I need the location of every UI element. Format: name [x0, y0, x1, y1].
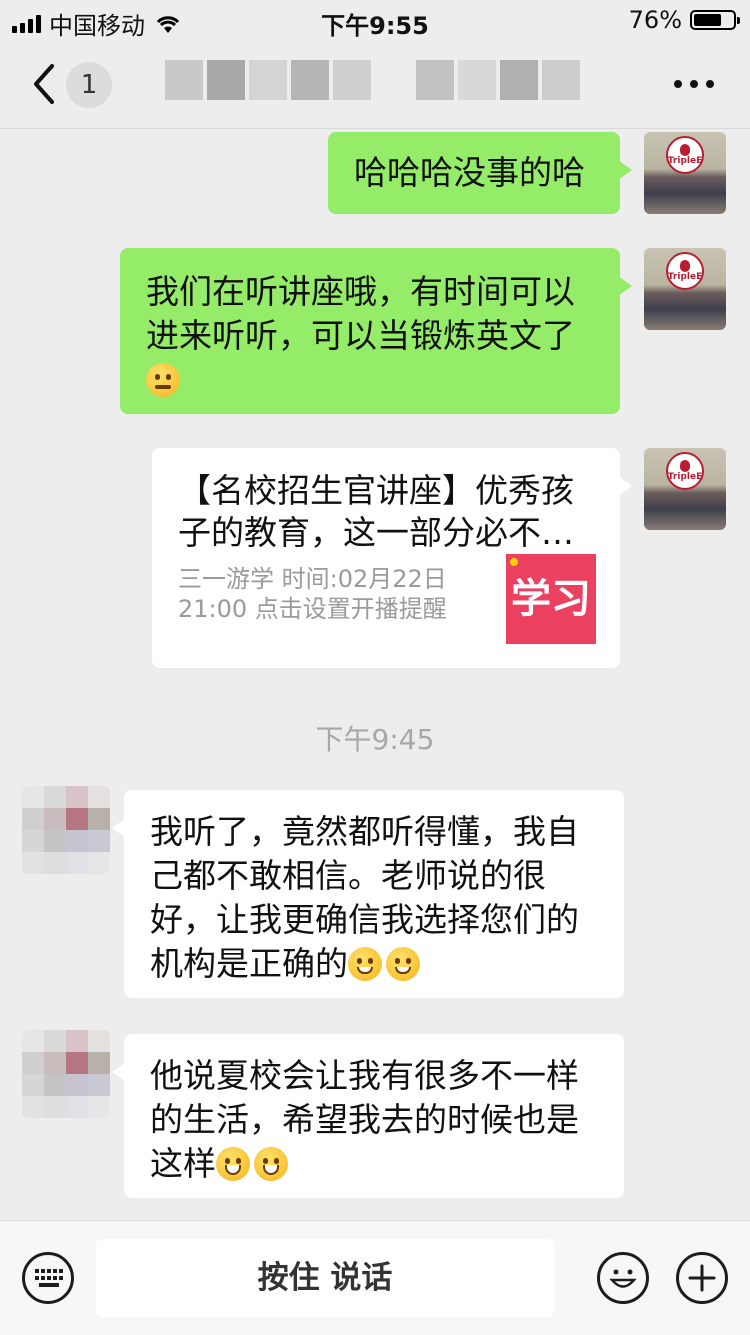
hold-to-talk-button[interactable]: 按住 说话 [96, 1239, 554, 1317]
keyboard-icon[interactable] [22, 1252, 74, 1304]
plus-icon[interactable] [676, 1252, 728, 1304]
input-toolbar: 按住 说话 [0, 1220, 750, 1335]
grinning-emoji-icon [254, 1147, 288, 1181]
message-line: 我听了，竟然都听得懂，我自 [150, 812, 579, 851]
blushing-emoji-icon [386, 947, 420, 981]
status-bar: 中国移动 下午9:55 76% [0, 0, 750, 40]
back-chevron-icon[interactable] [30, 60, 70, 108]
avatar-blurred[interactable] [22, 1030, 110, 1118]
message-timestamp: 下午9:45 [315, 723, 435, 756]
message-line: 这样 [150, 1144, 216, 1183]
message-line: 己都不敢相信。老师说的很 [150, 856, 546, 895]
triple-e-logo-icon: TripleE [666, 252, 704, 290]
message-bubble-incoming[interactable]: 我听了，竟然都听得懂，我自 己都不敢相信。老师说的很 好，让我更确信我选择您们的… [112, 790, 624, 998]
message-text: 哈哈哈没事的哈 [354, 153, 585, 192]
avatar[interactable]: TripleE [644, 132, 726, 214]
message-bubble-incoming[interactable]: 他说夏校会让我有很多不一样 的生活，希望我去的时候也是 这样 [112, 1034, 624, 1198]
status-right: 76% [628, 6, 740, 34]
message-line: 好，让我更确信我选择您们的 [150, 900, 579, 939]
live-lecture-card[interactable]: 【名校招生官讲座】优秀孩 子的教育，这一部分必不… 三一游学 时间:02月22日… [152, 448, 632, 668]
unread-count-badge[interactable]: 1 [66, 62, 112, 108]
message-line: 他说夏校会让我有很多不一样 [150, 1056, 579, 1095]
grinning-emoji-icon [216, 1147, 250, 1181]
chat-header: 1 [0, 40, 750, 129]
message-bubble-outgoing[interactable]: 哈哈哈没事的哈 [328, 132, 632, 214]
battery-percent: 76% [628, 6, 682, 34]
card-title-line: 【名校招生官讲座】优秀孩 [178, 471, 574, 510]
triple-e-logo-icon: TripleE [666, 136, 704, 174]
battery-fill [694, 14, 721, 26]
thinking-emoji-icon [146, 363, 180, 397]
message-bubble-outgoing[interactable]: 我们在听讲座哦，有时间可以 进来听听，可以当锻炼英文了 [120, 248, 632, 414]
chat-title-blurred [165, 60, 581, 100]
battery-icon [690, 10, 740, 30]
message-line: 我们在听讲座哦，有时间可以 [146, 272, 575, 311]
more-icon[interactable] [674, 80, 714, 88]
emoji-face-icon[interactable] [597, 1252, 649, 1304]
card-title-line: 子的教育，这一部分必不… [178, 513, 574, 552]
avatar[interactable]: TripleE [644, 248, 726, 330]
blushing-emoji-icon [348, 947, 382, 981]
avatar[interactable]: TripleE [644, 448, 726, 530]
avatar-blurred[interactable] [22, 786, 110, 874]
message-line: 的生活，希望我去的时候也是 [150, 1100, 579, 1139]
message-line: 进来听听，可以当锻炼英文了 [146, 316, 575, 355]
message-line: 机构是正确的 [150, 944, 348, 983]
triple-e-logo-icon: TripleE [666, 452, 704, 490]
card-thumbnail: 学习 [506, 554, 596, 644]
